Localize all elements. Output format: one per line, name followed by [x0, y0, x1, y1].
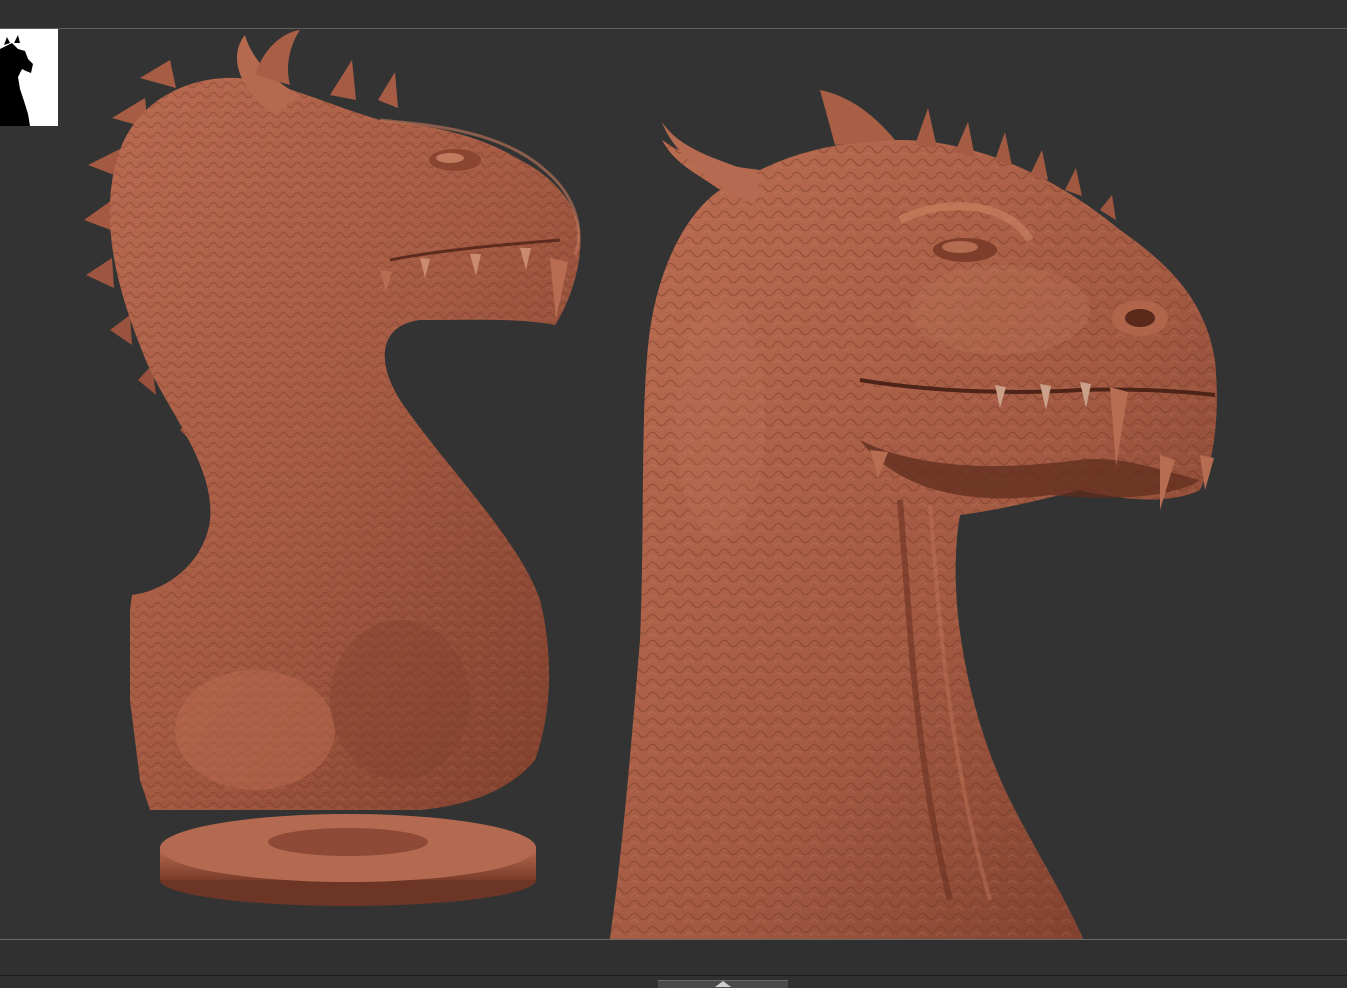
dragon-silhouette-icon [0, 35, 33, 126]
sculpt-app-window [0, 0, 1347, 988]
dragon-bust-left [84, 30, 581, 906]
dragon-head-right [609, 90, 1217, 939]
model-thumbnail[interactable] [0, 29, 58, 126]
chevron-up-icon[interactable] [713, 980, 733, 988]
bottom-edge [0, 975, 1347, 976]
top-toolbar-strip [0, 0, 1347, 28]
viewport-render [84, 30, 1217, 939]
viewport-canvas[interactable] [0, 29, 1347, 939]
